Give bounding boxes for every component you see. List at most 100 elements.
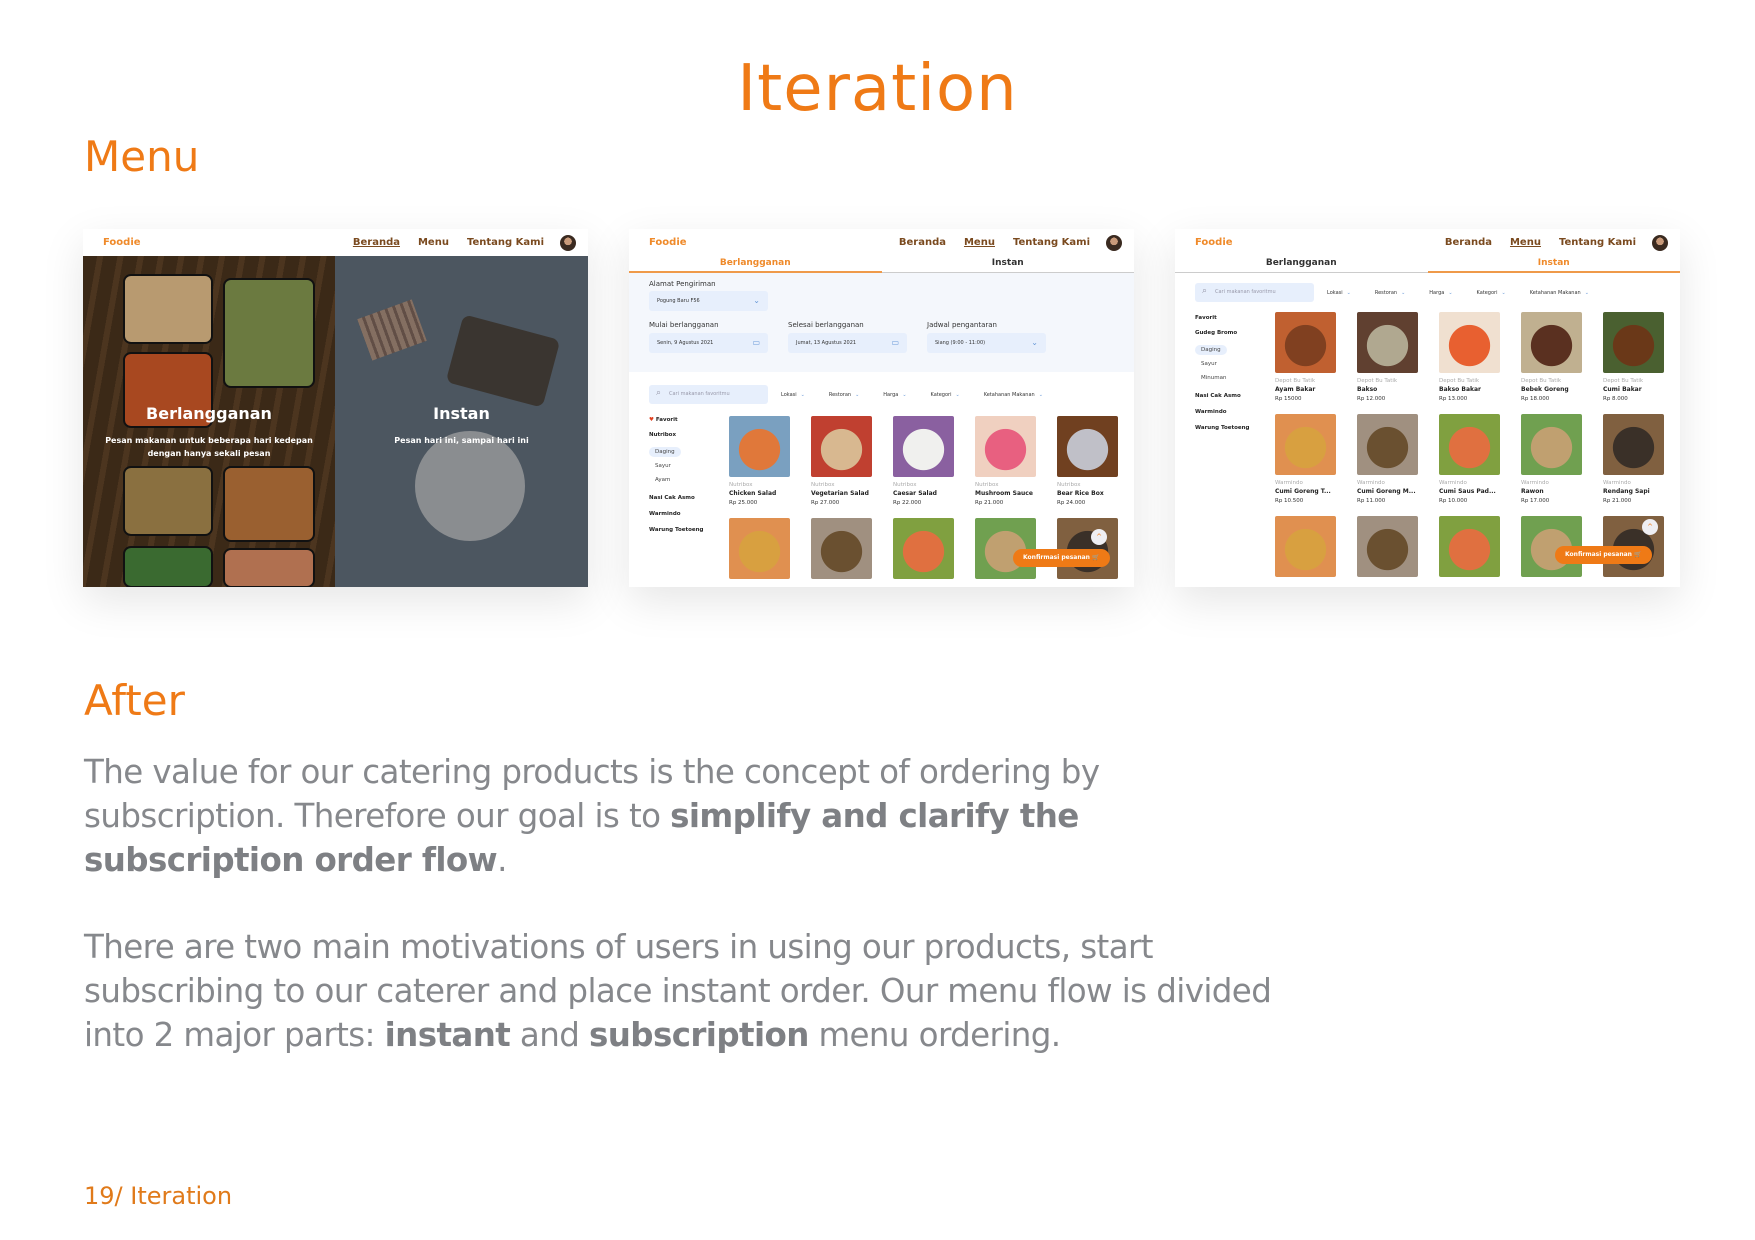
product-card[interactable]: Nutribox Chicken Salad Rp 25.000: [729, 416, 791, 506]
nav-beranda[interactable]: Beranda: [899, 237, 946, 248]
nav-menu[interactable]: Menu: [1510, 237, 1541, 248]
nav-tentang-kami[interactable]: Tentang Kami: [1559, 237, 1636, 248]
sidebar-category-selected[interactable]: Daging: [649, 447, 681, 457]
chevron-down-icon: ⌄: [1501, 290, 1506, 296]
address-select[interactable]: Pogung Baru F56 ⌄: [649, 291, 768, 311]
tab-berlangganan[interactable]: Berlangganan: [629, 256, 882, 273]
nav-beranda[interactable]: Beranda: [1445, 237, 1492, 248]
subscription-form: Alamat Pengiriman Pogung Baru F56 ⌄ Mula…: [629, 273, 1134, 372]
confirm-order-button[interactable]: Konfirmasi pesanan 🛒: [1555, 546, 1652, 564]
schedule-select[interactable]: Siang (9:00 - 11:00) ⌄: [927, 333, 1046, 353]
user-avatar[interactable]: [1106, 234, 1122, 251]
scroll-up-button[interactable]: ^: [1091, 529, 1107, 545]
filter-harga[interactable]: Harga ⌄: [883, 392, 906, 398]
filter-kategori[interactable]: Kategori ⌄: [1477, 290, 1506, 296]
sidebar-category[interactable]: Sayur: [649, 463, 704, 469]
product-card[interactable]: Nutribox Mushroom Sauce Rp 21.000: [975, 416, 1037, 506]
user-avatar[interactable]: [1652, 234, 1668, 251]
product-card[interactable]: Warmindo Cumi Goreng M... Rp 11.000: [1357, 414, 1419, 504]
product-restaurant: Nutribox: [811, 482, 835, 488]
product-card[interactable]: Warmindo Cumi Goreng T... Rp 10.500: [1275, 414, 1337, 504]
sidebar-category-selected[interactable]: Daging: [1195, 345, 1227, 355]
chevron-down-icon: ⌄: [1584, 290, 1589, 296]
filter-ketahanan[interactable]: Ketahanan Makanan ⌄: [984, 392, 1043, 398]
nav-tentang-kami[interactable]: Tentang Kami: [1013, 237, 1090, 248]
sidebar-category[interactable]: Ayam: [649, 477, 704, 483]
start-date-field[interactable]: Senin, 9 Agustus 2021 ▭: [649, 333, 768, 353]
tab-berlangganan[interactable]: Berlangganan: [1175, 256, 1428, 273]
filter-kategori[interactable]: Kategori ⌄: [931, 392, 960, 398]
nav-beranda[interactable]: Beranda: [353, 237, 400, 248]
sidebar-restaurant[interactable]: Nasi Cak Asmo: [649, 495, 704, 501]
product-price: Rp 15000: [1275, 396, 1302, 402]
product-card[interactable]: Depot Bu Tatik Ayam Bakar Rp 15000: [1275, 312, 1337, 402]
product-card[interactable]: Warmindo Cumi Saus Pad... Rp 10.000: [1439, 414, 1501, 504]
nav-menu[interactable]: Menu: [964, 237, 995, 248]
product-card[interactable]: Depot Bu Tatik Cumi Bakar Rp 8.000: [1603, 312, 1665, 402]
product-image: [1603, 414, 1664, 475]
product-card[interactable]: [1275, 516, 1337, 577]
product-restaurant: Warmindo: [1357, 480, 1385, 486]
sidebar-category[interactable]: Sayur: [1195, 361, 1250, 367]
product-image: [1521, 312, 1582, 373]
product-card[interactable]: [729, 518, 791, 579]
product-card[interactable]: Depot Bu Tatik Bakso Bakar Rp 13.000: [1439, 312, 1501, 402]
chevron-down-icon: ⌄: [855, 392, 860, 398]
start-date-label: Mulai berlangganan: [649, 321, 719, 329]
logo[interactable]: Foodie: [649, 237, 881, 248]
product-restaurant: Nutribox: [893, 482, 917, 488]
product-restaurant: Depot Bu Tatik: [1275, 378, 1316, 384]
product-card[interactable]: Nutribox Vegetarian Salad Rp 27.000: [811, 416, 873, 506]
hero-instan[interactable]: Instan Pesan hari ini, sampai hari ini: [335, 256, 588, 587]
search-input[interactable]: ⌕ Cari makanan favoritmu: [1195, 283, 1314, 302]
logo[interactable]: Foodie: [1195, 237, 1427, 248]
sidebar-restaurant[interactable]: Nutribox: [649, 432, 704, 438]
filter-harga[interactable]: Harga ⌄: [1429, 290, 1452, 296]
sidebar-favorite[interactable]: ♥ Favorit: [649, 417, 704, 423]
user-avatar[interactable]: [560, 234, 576, 251]
product-card[interactable]: Depot Bu Tatik Bebek Goreng Rp 18.000: [1521, 312, 1583, 402]
product-card[interactable]: Depot Bu Tatik Bakso Rp 12.000: [1357, 312, 1419, 402]
product-image: [1439, 414, 1500, 475]
chevron-down-icon: ⌄: [1346, 290, 1351, 296]
restaurant-sidebar: Favorit Gudeg Bromo Daging Sayur Minuman…: [1195, 315, 1250, 440]
product-card[interactable]: [893, 518, 955, 579]
search-input[interactable]: ⌕ Cari makanan favoritmu: [649, 385, 768, 404]
scroll-up-button[interactable]: ^: [1642, 519, 1658, 535]
sidebar-restaurant[interactable]: Gudeg Bromo: [1195, 330, 1250, 336]
filter-ketahanan[interactable]: Ketahanan Makanan ⌄: [1530, 290, 1589, 296]
product-card[interactable]: [1439, 516, 1501, 577]
product-image: [811, 416, 872, 477]
product-card[interactable]: [811, 518, 873, 579]
hero-berlangganan[interactable]: Berlangganan Pesan makanan untuk beberap…: [83, 256, 335, 587]
filter-lokasi[interactable]: Lokasi ⌄: [781, 392, 805, 398]
product-card[interactable]: [1357, 516, 1419, 577]
product-card[interactable]: Nutribox Bear Rice Box Rp 24.000: [1057, 416, 1119, 506]
product-restaurant: Depot Bu Tatik: [1439, 378, 1480, 384]
sidebar-restaurant[interactable]: Warmindo: [649, 511, 704, 517]
sidebar-restaurant[interactable]: Warmindo: [1195, 409, 1250, 415]
chevron-down-icon: ⌄: [753, 296, 760, 305]
nav-tentang-kami[interactable]: Tentang Kami: [467, 237, 544, 248]
sidebar-restaurant[interactable]: Warung Toetoeng: [649, 527, 704, 533]
logo[interactable]: Foodie: [103, 237, 335, 248]
product-card[interactable]: Warmindo Rawon Rp 17.000: [1521, 414, 1583, 504]
sidebar-restaurant[interactable]: Warung Toetoeng: [1195, 425, 1250, 431]
filter-lokasi[interactable]: Lokasi ⌄: [1327, 290, 1351, 296]
product-name: Rawon: [1521, 488, 1544, 495]
tab-instan[interactable]: Instan: [1427, 256, 1680, 273]
chevron-down-icon: ⌄: [902, 392, 907, 398]
tab-instan[interactable]: Instan: [881, 256, 1134, 273]
filter-restoran[interactable]: Restoran ⌄: [1375, 290, 1405, 296]
nav-menu[interactable]: Menu: [418, 237, 449, 248]
sidebar-category[interactable]: Minuman: [1195, 375, 1250, 381]
sidebar-favorite[interactable]: Favorit: [1195, 315, 1250, 321]
product-image: [1275, 312, 1336, 373]
confirm-order-button[interactable]: Konfirmasi pesanan 🛒: [1013, 549, 1110, 567]
product-card[interactable]: Nutribox Caesar Salad Rp 22.000: [893, 416, 955, 506]
filter-restoran[interactable]: Restoran ⌄: [829, 392, 859, 398]
product-card[interactable]: Warmindo Rendang Sapi Rp 21.000: [1603, 414, 1665, 504]
product-price: Rp 11.000: [1357, 498, 1386, 504]
end-date-field[interactable]: Jumat, 13 Agustus 2021 ▭: [788, 333, 907, 353]
sidebar-restaurant[interactable]: Nasi Cak Asmo: [1195, 393, 1250, 399]
